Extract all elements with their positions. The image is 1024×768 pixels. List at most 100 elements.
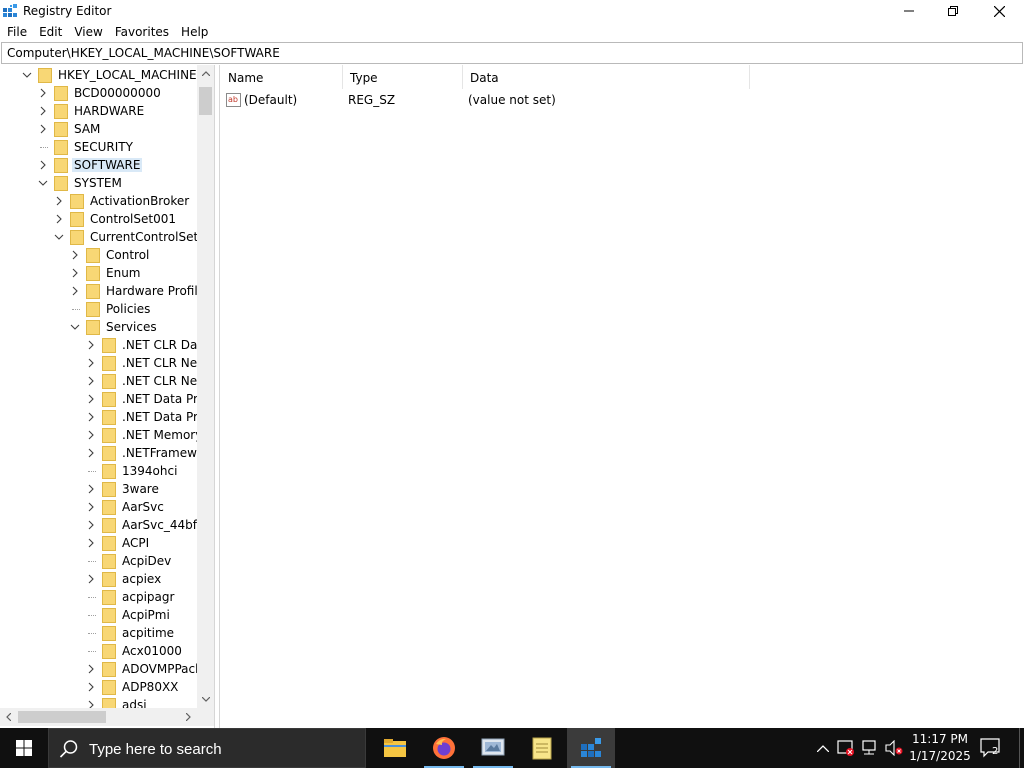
taskbar-search-box[interactable]: Type here to search [48, 728, 366, 768]
chevron-down-icon[interactable] [22, 69, 32, 81]
tray-security-icon[interactable] [837, 739, 855, 757]
taskbar-notepad[interactable] [518, 728, 566, 768]
tree-node[interactable]: Services [0, 318, 200, 336]
tree-node[interactable]: .NETFramewor [0, 444, 209, 462]
restore-button[interactable] [930, 0, 976, 22]
tree-node[interactable]: AarSvc [0, 498, 200, 516]
chevron-right-icon[interactable] [70, 285, 80, 297]
chevron-right-icon[interactable] [38, 123, 48, 135]
tree-node[interactable]: 1394ohci [0, 462, 200, 480]
scroll-right-button[interactable] [180, 708, 197, 726]
menu-help[interactable]: Help [175, 22, 214, 42]
address-bar[interactable]: Computer\HKEY_LOCAL_MACHINE\SOFTWARE [1, 42, 1023, 64]
tree-node[interactable]: AcpiPmi [0, 606, 200, 624]
column-header-name[interactable]: Name [221, 65, 343, 89]
tree-node[interactable]: Hardware Profiles [0, 282, 211, 300]
tree-node[interactable]: .NET Data Prov [0, 390, 212, 408]
scroll-left-button[interactable] [0, 708, 17, 726]
taskbar-firefox[interactable] [420, 728, 468, 768]
tree-node[interactable]: SAM [0, 120, 200, 138]
tree-node[interactable]: Acx01000 [0, 642, 200, 660]
chevron-right-icon[interactable] [70, 267, 80, 279]
values-list[interactable]: Name Type Data ab (Default) REG_SZ (valu… [221, 65, 1024, 728]
menu-file[interactable]: File [0, 22, 33, 42]
chevron-right-icon[interactable] [86, 447, 96, 459]
menu-view[interactable]: View [68, 22, 108, 42]
minimize-button[interactable] [886, 0, 932, 22]
chevron-right-icon[interactable] [70, 249, 80, 261]
tree-node[interactable]: .NET Data Prov [0, 408, 212, 426]
tray-network-icon[interactable] [861, 739, 879, 757]
chevron-right-icon[interactable] [86, 357, 96, 369]
taskbar-registry-editor[interactable] [567, 728, 615, 768]
taskbar-control-panel[interactable] [469, 728, 517, 768]
tree-node[interactable]: ControlSet001 [0, 210, 200, 228]
chevron-right-icon[interactable] [86, 663, 96, 675]
address-path[interactable]: Computer\HKEY_LOCAL_MACHINE\SOFTWARE [7, 46, 280, 60]
list-item[interactable]: ab (Default) REG_SZ (value not set) [221, 90, 741, 110]
chevron-down-icon[interactable] [54, 231, 64, 243]
menu-favorites[interactable]: Favorites [109, 22, 175, 42]
chevron-right-icon[interactable] [86, 483, 96, 495]
tree-node[interactable]: 3ware [0, 480, 200, 498]
tree-node[interactable]: .NET CLR Data [0, 336, 209, 354]
scroll-up-button[interactable] [197, 65, 214, 82]
tree-node[interactable]: .NET CLR Netv [0, 372, 209, 390]
chevron-right-icon[interactable] [86, 573, 96, 585]
tree-node[interactable]: ADP80XX [0, 678, 200, 696]
chevron-right-icon[interactable] [86, 375, 96, 387]
taskbar-file-explorer[interactable] [371, 728, 419, 768]
chevron-right-icon[interactable] [86, 519, 96, 531]
action-center-button[interactable]: 2 [980, 738, 1006, 760]
tree-node[interactable]: ActivationBroker [0, 192, 200, 210]
chevron-right-icon[interactable] [54, 213, 64, 225]
horizontal-scroll-thumb[interactable] [18, 711, 106, 723]
close-button[interactable] [976, 0, 1022, 22]
tree-node[interactable]: Enum [0, 264, 200, 282]
start-button[interactable] [0, 728, 48, 768]
tree-node[interactable]: acpipagr [0, 588, 200, 606]
tree-node[interactable]: acpiex [0, 570, 200, 588]
tree-node[interactable]: HARDWARE [0, 102, 200, 120]
chevron-right-icon[interactable] [86, 681, 96, 693]
tree-node[interactable]: Policies [0, 300, 200, 318]
tree-node[interactable]: BCD00000000 [0, 84, 200, 102]
show-hidden-icons-button[interactable] [814, 739, 832, 757]
tree-node[interactable]: SECURITY [0, 138, 200, 156]
chevron-right-icon[interactable] [38, 159, 48, 171]
chevron-down-icon[interactable] [70, 321, 80, 333]
tree-node[interactable]: .NET Memory [0, 426, 202, 444]
chevron-right-icon[interactable] [38, 105, 48, 117]
scroll-down-button[interactable] [197, 691, 214, 708]
tree-node[interactable]: .NET CLR Netv [0, 354, 209, 372]
menu-edit[interactable]: Edit [33, 22, 68, 42]
tree-node[interactable]: HKEY_LOCAL_MACHINE [0, 66, 200, 84]
tree-node[interactable]: ACPI [0, 534, 200, 552]
tree-vertical-scrollbar[interactable] [197, 65, 214, 708]
registry-tree[interactable]: HKEY_LOCAL_MACHINE BCD00000000 HARDWARE SAM… [0, 65, 215, 728]
column-header-type[interactable]: Type [343, 65, 463, 89]
chevron-right-icon[interactable] [86, 411, 96, 423]
tree-node[interactable]: AarSvc_44bf1 [0, 516, 205, 534]
chevron-right-icon[interactable] [86, 393, 96, 405]
vertical-scroll-thumb[interactable] [199, 87, 212, 115]
tree-node[interactable]: CurrentControlSet [0, 228, 200, 246]
chevron-right-icon[interactable] [38, 87, 48, 99]
chevron-right-icon[interactable] [86, 501, 96, 513]
tree-node[interactable]: SYSTEM [0, 174, 200, 192]
tray-volume-icon[interactable] [885, 739, 903, 757]
show-desktop-button[interactable] [1019, 728, 1024, 768]
pane-splitter[interactable] [215, 65, 220, 728]
taskbar-clock[interactable]: 11:17 PM 1/17/2025 [905, 731, 975, 765]
title-bar[interactable]: Registry Editor [0, 0, 1024, 22]
chevron-right-icon[interactable] [86, 537, 96, 549]
tree-node[interactable]: acpitime [0, 624, 200, 642]
column-header-data[interactable]: Data [463, 65, 750, 89]
chevron-down-icon[interactable] [38, 177, 48, 189]
tree-node[interactable]: AcpiDev [0, 552, 200, 570]
chevron-right-icon[interactable] [86, 339, 96, 351]
tree-node[interactable]: SOFTWARE [0, 156, 200, 174]
tree-horizontal-scrollbar[interactable] [0, 708, 197, 726]
tree-node[interactable]: Control [0, 246, 200, 264]
chevron-right-icon[interactable] [54, 195, 64, 207]
